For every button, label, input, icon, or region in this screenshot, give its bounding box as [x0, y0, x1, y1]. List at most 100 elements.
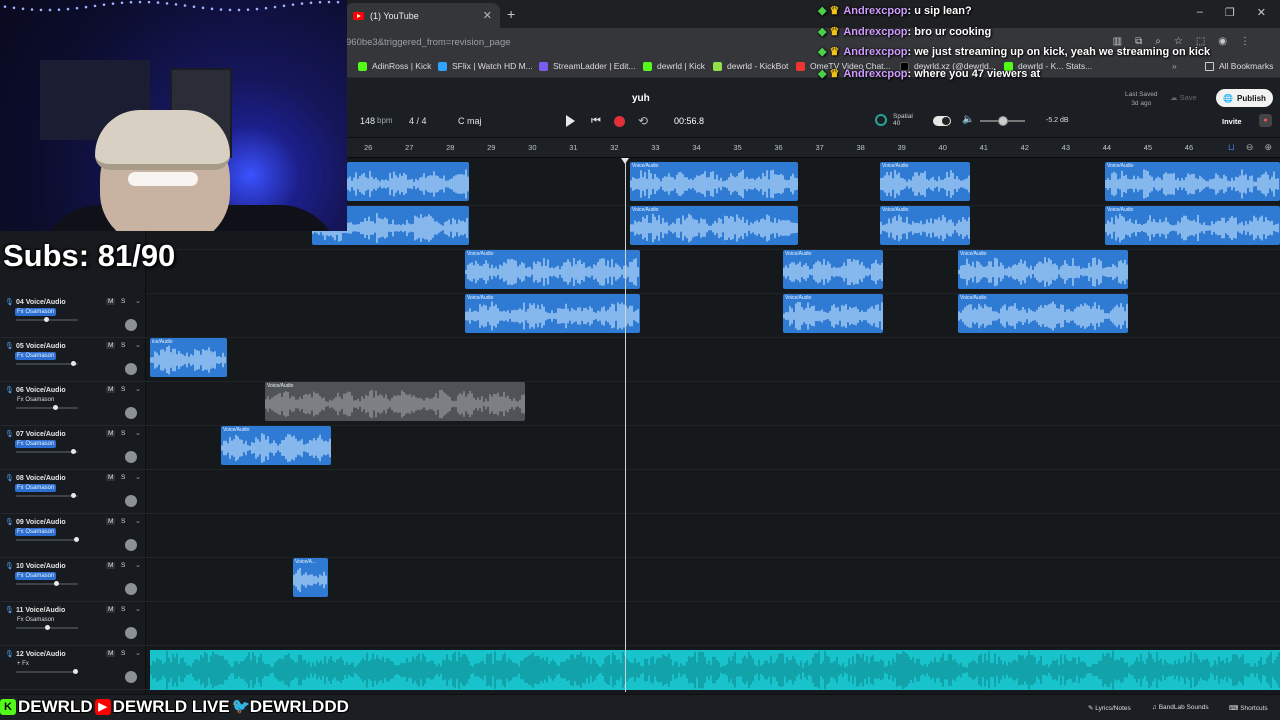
chevron-down-icon[interactable]: ⌄ — [135, 297, 141, 305]
track-header[interactable]: 🎙 11 Voice/Audio Fx Osamason M S ⌄ — [0, 602, 146, 646]
track-volume-slider[interactable] — [16, 451, 78, 453]
bpm-value[interactable]: 148 — [360, 116, 375, 126]
track-volume-slider[interactable] — [16, 671, 78, 673]
lyrics-notes-button[interactable]: ✎ Lyrics/Notes — [1088, 704, 1131, 712]
url-text[interactable]: 960be3&triggered_from=revision_page — [346, 37, 511, 48]
bookmark-kickbot[interactable]: dewrld - KickBot — [713, 61, 788, 71]
playhead-handle[interactable] — [621, 158, 629, 164]
fx-preset[interactable]: Fx Osamason — [15, 308, 57, 316]
track-volume-slider[interactable] — [16, 407, 78, 409]
record-button[interactable] — [614, 116, 625, 127]
track-volume-knob[interactable] — [71, 493, 76, 498]
beat-clip[interactable] — [150, 650, 1280, 690]
audio-clip[interactable]: Voice/Audio — [783, 250, 883, 289]
audio-clip[interactable]: Voice/Audio — [783, 294, 883, 333]
all-bookmarks[interactable]: All Bookmarks — [1205, 61, 1273, 71]
new-tab-button[interactable]: + — [507, 6, 515, 22]
audio-clip[interactable]: Voice/A... — [293, 558, 328, 597]
mic-icon[interactable]: 🎙 — [5, 386, 14, 394]
track-header[interactable]: 🎙 05 Voice/Audio Fx Osamason M S ⌄ — [0, 338, 146, 382]
close-tab-icon[interactable]: ✕ — [483, 9, 492, 22]
mute-button[interactable]: M — [106, 342, 116, 349]
speaker-icon[interactable]: 🔈 — [962, 114, 974, 125]
track-volume-knob[interactable] — [71, 449, 76, 454]
key-selector[interactable]: C maj — [458, 116, 482, 126]
mute-button[interactable]: M — [106, 606, 116, 613]
track-volume-knob[interactable] — [54, 581, 59, 586]
audio-clip[interactable]: Voice/Audio — [958, 250, 1128, 289]
loop-icon[interactable]: ⟲ — [638, 114, 648, 128]
bookmarks-overflow-icon[interactable]: » — [1172, 61, 1177, 71]
mute-button[interactable]: M — [106, 562, 116, 569]
close-window-icon[interactable]: ✕ — [1257, 6, 1266, 19]
pan-knob[interactable] — [125, 539, 137, 551]
track-header[interactable]: 🎙 04 Voice/Audio Fx Osamason M S ⌄ — [0, 294, 146, 338]
menu-icon[interactable]: ⋮ — [1240, 36, 1250, 47]
track-lane[interactable] — [146, 602, 1280, 646]
mic-icon[interactable]: 🎙 — [5, 474, 14, 482]
track-header[interactable]: 🎙 10 Voice/Audio Fx Osamason M S ⌄ — [0, 558, 146, 602]
chevron-down-icon[interactable]: ⌄ — [135, 473, 141, 481]
play-button[interactable] — [566, 115, 575, 127]
chevron-down-icon[interactable]: ⌄ — [135, 649, 141, 657]
track-name[interactable]: 12 Voice/Audio — [16, 651, 66, 658]
pan-knob[interactable] — [125, 627, 137, 639]
save-button[interactable]: ☁ Save — [1170, 93, 1197, 102]
track-volume-knob[interactable] — [74, 537, 79, 542]
audio-clip[interactable]: Voice/Audio — [221, 426, 331, 465]
publish-button[interactable]: 🌐 Publish — [1216, 89, 1273, 107]
mute-button[interactable]: M — [106, 650, 116, 657]
fx-preset[interactable]: Fx Osamason — [15, 484, 57, 492]
mic-icon[interactable]: 🎙 — [5, 430, 14, 438]
audio-clip[interactable]: Voice/Audio — [630, 206, 798, 245]
bookmark-adinross[interactable]: AdinRoss | Kick — [358, 61, 431, 71]
solo-button[interactable]: S — [121, 518, 125, 525]
audio-clip[interactable]: Voice/Audio — [958, 294, 1128, 333]
master-volume-knob[interactable] — [998, 116, 1008, 126]
audio-clip[interactable]: Voice/Audio — [465, 250, 640, 289]
mute-button[interactable]: M — [106, 430, 116, 437]
mute-button[interactable]: M — [106, 298, 116, 305]
track-lane[interactable] — [146, 470, 1280, 514]
notifications-icon[interactable]: ● — [1259, 114, 1272, 127]
solo-button[interactable]: S — [121, 298, 125, 305]
mic-icon[interactable]: 🎙 — [5, 650, 14, 658]
fx-preset[interactable]: Fx Osamason — [15, 440, 57, 448]
mute-button[interactable]: M — [106, 518, 116, 525]
pan-knob[interactable] — [125, 583, 137, 595]
track-name[interactable]: 09 Voice/Audio — [16, 519, 66, 526]
time-signature[interactable]: 4 / 4 — [409, 116, 427, 126]
spatial-control[interactable]: Spatial 40 — [875, 113, 913, 127]
audio-clip[interactable]: Voice/Audio — [630, 162, 798, 201]
audio-clip[interactable]: Voice/Audio — [1105, 206, 1280, 245]
solo-button[interactable]: S — [121, 474, 125, 481]
audio-clip[interactable]: Voice/Audio — [1105, 162, 1280, 201]
browser-tab[interactable]: (1) YouTube ✕ — [345, 3, 500, 28]
bookmark-streamladder[interactable]: StreamLadder | Edit... — [539, 61, 636, 71]
playhead[interactable] — [625, 158, 626, 692]
track-volume-knob[interactable] — [53, 405, 58, 410]
bookmark-dewrld-kick[interactable]: dewrld | Kick — [643, 61, 705, 71]
profile-icon[interactable]: ◉ — [1218, 36, 1227, 47]
solo-button[interactable]: S — [121, 342, 125, 349]
track-volume-slider[interactable] — [16, 539, 78, 541]
fx-preset[interactable]: Fx Osamason — [15, 528, 57, 536]
minimize-icon[interactable]: – — [1197, 6, 1203, 19]
audio-clip[interactable]: Voice/Audio — [880, 206, 970, 245]
solo-button[interactable]: S — [121, 386, 125, 393]
mic-icon[interactable]: 🎙 — [5, 562, 14, 570]
mute-button[interactable]: M — [106, 386, 116, 393]
solo-button[interactable]: S — [121, 606, 125, 613]
fx-preset[interactable]: + Fx — [15, 660, 31, 668]
track-volume-knob[interactable] — [73, 669, 78, 674]
track-name[interactable]: 07 Voice/Audio — [16, 431, 66, 438]
track-name[interactable]: 06 Voice/Audio — [16, 387, 66, 394]
pan-knob[interactable] — [125, 451, 137, 463]
chevron-down-icon[interactable]: ⌄ — [135, 341, 141, 349]
audio-clip[interactable]: Voice/Audio — [465, 294, 640, 333]
audio-clip[interactable]: Voice/Audio — [880, 162, 970, 201]
bookmark-sflix[interactable]: SFlix | Watch HD M... — [438, 61, 533, 71]
mic-icon[interactable]: 🎙 — [5, 342, 14, 350]
mute-button[interactable]: M — [106, 474, 116, 481]
chevron-down-icon[interactable]: ⌄ — [135, 561, 141, 569]
